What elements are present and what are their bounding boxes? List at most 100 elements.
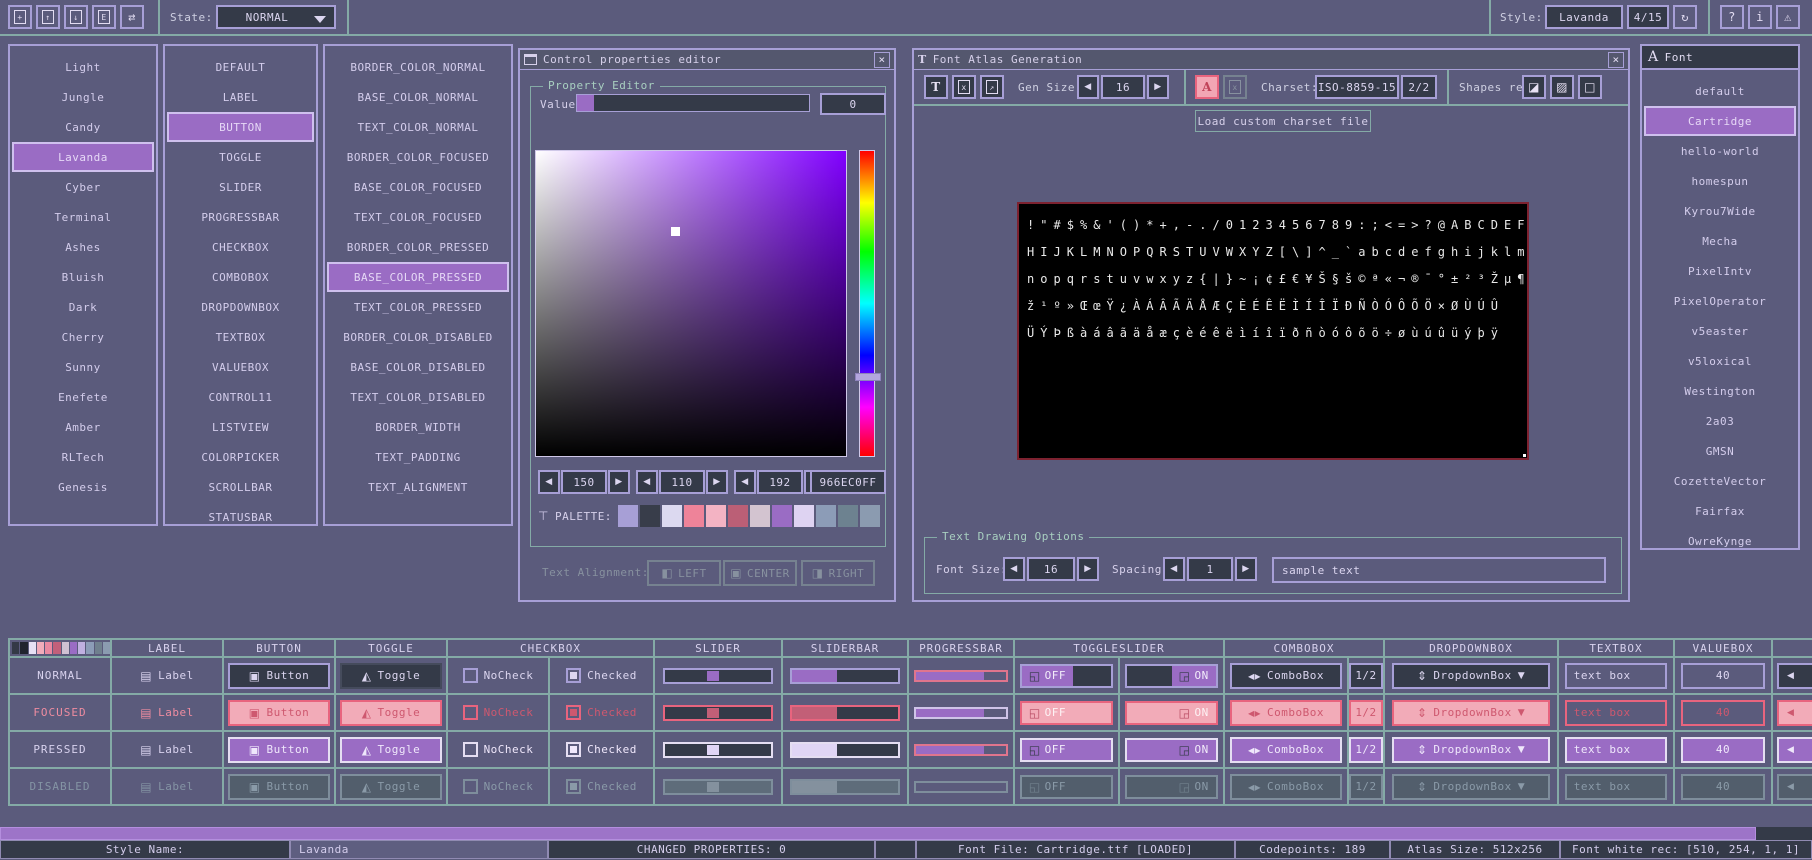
list-item[interactable]: TEXT_COLOR_PRESSED	[327, 292, 509, 322]
list-item[interactable]: BUTTON	[167, 112, 314, 142]
color-swatch[interactable]	[662, 505, 682, 527]
toggle-control[interactable]: ◭Toggle	[340, 663, 441, 689]
list-item[interactable]: Sunny	[12, 352, 154, 382]
combobox-control[interactable]: ◂▸ComboBox	[1230, 663, 1342, 689]
valuebox-control[interactable]: 40	[1681, 663, 1765, 689]
list-item[interactable]: Mecha	[1644, 226, 1796, 256]
new-style-button[interactable]: +	[8, 5, 32, 29]
slider-control[interactable]	[663, 705, 774, 721]
hue-bar[interactable]	[859, 150, 875, 457]
list-item[interactable]: Westington	[1644, 376, 1796, 406]
shapes-rec-empty-button[interactable]: □	[1578, 75, 1602, 99]
list-item[interactable]: BORDER_WIDTH	[327, 412, 509, 442]
combobox-control[interactable]: ◂▸ComboBox	[1230, 737, 1342, 763]
list-item[interactable]: LISTVIEW	[167, 412, 314, 442]
list-item[interactable]: RLTech	[12, 442, 154, 472]
shapes-rec-corner-button[interactable]: ◪	[1522, 75, 1546, 99]
list-item[interactable]: BASE_COLOR_NORMAL	[327, 82, 509, 112]
red-decrement-button[interactable]: ◀	[538, 470, 560, 494]
color-swatch[interactable]	[103, 642, 110, 654]
list-item[interactable]: default	[1644, 76, 1796, 106]
align-left-button[interactable]: ◧LEFT	[647, 560, 721, 586]
dropdownbox-control[interactable]: ⇕DropdownBox▼	[1392, 700, 1550, 726]
toggleslider-on-control[interactable]: ◲ON	[1125, 701, 1218, 725]
gen-size-value[interactable]: 16	[1101, 75, 1145, 99]
value-slider[interactable]	[576, 94, 810, 112]
slider-thumb[interactable]	[707, 782, 719, 792]
value-box[interactable]: 0	[820, 93, 886, 115]
color-swatch[interactable]	[37, 642, 44, 654]
button-control[interactable]: ▣Button	[228, 737, 329, 763]
toggleslider-off-control[interactable]: ◱OFF	[1020, 701, 1113, 725]
combobox-counter[interactable]: 1/2	[1349, 774, 1383, 800]
toggle-control[interactable]: ◭Toggle	[340, 737, 441, 763]
red-increment-button[interactable]: ▶	[608, 470, 630, 494]
combobox-control[interactable]: ◂▸ComboBox	[1230, 700, 1342, 726]
green-decrement-button[interactable]: ◀	[636, 470, 658, 494]
font-size-increment-button[interactable]: ▶	[1077, 557, 1099, 581]
list-item[interactable]: Jungle	[12, 82, 154, 112]
window-titlebar[interactable]: Control properties editor ×	[520, 50, 894, 70]
color-swatch[interactable]	[53, 642, 60, 654]
color-swatch[interactable]	[728, 505, 748, 527]
list-item[interactable]: Amber	[12, 412, 154, 442]
dropdownbox-control[interactable]: ⇕DropdownBox▼	[1392, 663, 1550, 689]
toggle-control[interactable]: ◭Toggle	[340, 774, 441, 800]
slider-control[interactable]	[663, 742, 774, 758]
combobox-control[interactable]: ◂▸ComboBox	[1230, 774, 1342, 800]
toggleslider-on-control[interactable]: ◲ON	[1125, 664, 1218, 688]
list-item[interactable]: BASE_COLOR_DISABLED	[327, 352, 509, 382]
style-name-box[interactable]: Lavanda	[1545, 5, 1623, 29]
toggleslider-off-control[interactable]: ◱OFF	[1020, 738, 1113, 762]
toggleslider-off-control[interactable]: ◱OFF	[1020, 664, 1113, 688]
list-item[interactable]: GMSN	[1644, 436, 1796, 466]
hue-handle[interactable]	[855, 373, 881, 381]
sample-text-input[interactable]: sample text	[1272, 557, 1606, 583]
list-item[interactable]: VALUEBOX	[167, 352, 314, 382]
color-swatch[interactable]	[684, 505, 704, 527]
close-icon[interactable]: ×	[874, 52, 890, 68]
list-item[interactable]: CONTROL11	[167, 382, 314, 412]
color-swatch[interactable]	[86, 642, 93, 654]
list-item[interactable]: TEXT_COLOR_DISABLED	[327, 382, 509, 412]
sliderbar-control[interactable]	[790, 742, 899, 758]
list-item[interactable]: COLORPICKER	[167, 442, 314, 472]
sliderbar-control[interactable]	[790, 705, 899, 721]
slider-thumb[interactable]	[707, 671, 719, 681]
close-icon[interactable]: ×	[1608, 52, 1624, 68]
save-style-button[interactable]: ↓	[64, 5, 88, 29]
align-center-button[interactable]: ▣CENTER	[723, 560, 797, 586]
list-item[interactable]: STATUSBAR	[167, 502, 314, 532]
reload-style-button[interactable]: ↻	[1673, 5, 1697, 29]
green-value[interactable]: 110	[659, 470, 705, 494]
list-item[interactable]: BORDER_COLOR_PRESSED	[327, 232, 509, 262]
window-titlebar[interactable]: T Font Atlas Generation ×	[914, 50, 1628, 70]
combobox-counter[interactable]: 1/2	[1349, 663, 1383, 689]
list-item[interactable]: CHECKBOX	[167, 232, 314, 262]
hex-value-box[interactable]: 966EC0FF	[810, 470, 886, 494]
valuebox-control[interactable]: 40	[1681, 700, 1765, 726]
checkbox-unchecked-control[interactable]: NoCheck	[463, 742, 534, 757]
list-item[interactable]: v5easter	[1644, 316, 1796, 346]
spinner-control-cut[interactable]: ◀	[1777, 737, 1812, 763]
list-item[interactable]: CozetteVector	[1644, 466, 1796, 496]
list-item[interactable]: OwreKynge	[1644, 526, 1796, 556]
spacing-decrement-button[interactable]: ◀	[1163, 557, 1185, 581]
color-swatch[interactable]	[640, 505, 660, 527]
spinner-control-cut[interactable]: ◀	[1777, 663, 1812, 689]
textbox-control[interactable]: text box	[1565, 774, 1668, 800]
slider-control[interactable]	[663, 779, 774, 795]
list-item[interactable]: Genesis	[12, 472, 154, 502]
state-dropdown[interactable]: NORMAL	[216, 5, 336, 29]
toggleslider-off-control[interactable]: ◱OFF	[1020, 775, 1113, 799]
list-item[interactable]: BASE_COLOR_PRESSED	[327, 262, 509, 292]
checkbox-unchecked-control[interactable]: NoCheck	[463, 779, 534, 794]
clear-charset-button[interactable]: x	[1223, 75, 1247, 99]
list-item[interactable]: TOGGLE	[167, 142, 314, 172]
info-button[interactable]: i	[1748, 5, 1772, 29]
list-item[interactable]: Cyber	[12, 172, 154, 202]
gen-size-decrement-button[interactable]: ◀	[1077, 75, 1099, 99]
list-item[interactable]: hello-world	[1644, 136, 1796, 166]
list-item[interactable]: SLIDER	[167, 172, 314, 202]
color-picker-cursor[interactable]	[671, 227, 680, 236]
